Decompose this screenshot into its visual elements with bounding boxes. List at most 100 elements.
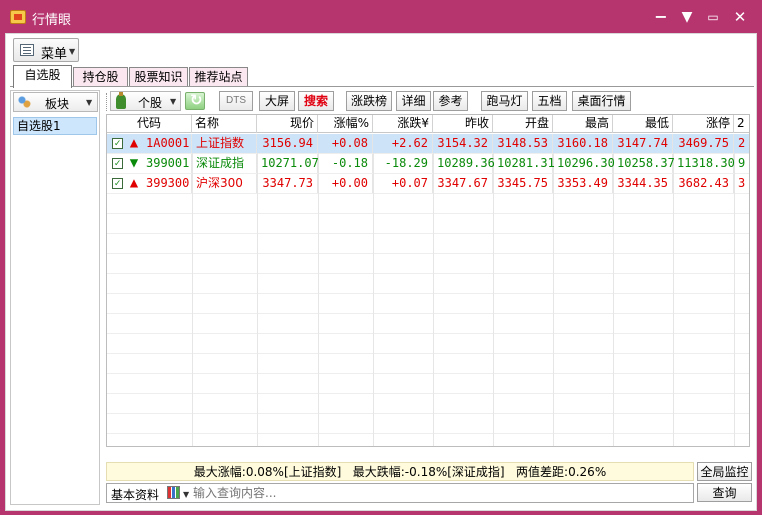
table-row[interactable]: ✓ ▲ 399300 沪深300 3347.73 +0.00 +0.07 334… [107,174,749,193]
table-header: 代码 名称 现价 涨幅% 涨跌¥ 昨收 开盘 最高 最低 涨停 2 [107,115,749,133]
limit-up-cell: 3682.43 [673,174,734,193]
toolbar: 个股 ▼ DTS 大屏 搜索 涨跌榜 详细 参考 跑马灯 五档 桌面行情 [106,90,750,114]
name-cell: 上证指数 [192,134,257,153]
sector-select[interactable]: 板块 ▼ [13,92,98,112]
change-pct-cell: +0.00 [318,174,373,193]
five-level-button[interactable]: 五档 [532,91,567,111]
high-header[interactable]: 最高 [553,115,613,133]
desktop-quote-button[interactable]: 桌面行情 [572,91,631,111]
app-window: 行情眼 − ▼ ▭ ✕ 菜单 ▼ 自选股 持仓股 股票知识 推荐站点 板块 ▼ … [0,0,762,515]
checkbox-icon[interactable]: ✓ [112,158,123,169]
code-header[interactable]: 代码 [107,115,192,133]
large-screen-button[interactable]: 大屏 [259,91,295,111]
left-panel: 板块 ▼ 自选股1 [10,90,100,505]
basic-info-label[interactable]: 基本资料 [111,486,159,503]
query-input[interactable] [193,485,673,501]
change-amt-header[interactable]: 涨跌¥ [373,115,433,133]
extra-cell: 3 [738,176,746,190]
tab-stock-knowledge[interactable]: 股票知识 [129,67,188,87]
global-monitor-button[interactable]: 全局监控 [697,462,752,481]
chart-icon[interactable] [167,486,180,499]
market-summary: 最大涨幅:0.08%[上证指数] 最大跌幅:-0.18%[深证成指] 两值差距:… [106,462,694,481]
reference-button[interactable]: 参考 [433,91,468,111]
open-cell: 10281.31 [493,154,555,173]
tab-divider [10,86,754,87]
stock-type-select[interactable]: 个股 ▼ [110,91,181,111]
stock-type-label: 个股 [138,96,163,110]
rank-button[interactable]: 涨跌榜 [346,91,392,111]
change-amt-cell: -18.29 [373,154,433,173]
sector-icon [17,95,31,109]
limit-up-cell: 3469.75 [673,134,734,153]
window-title: 行情眼 [32,13,72,28]
menu-icon [20,44,34,56]
code-cell: 399001 [142,154,192,173]
detail-button[interactable]: 详细 [396,91,431,111]
name-cell: 深证成指 [192,154,257,173]
change-amt-cell: +2.62 [373,134,433,153]
high-cell: 3353.49 [553,174,613,193]
extra-header[interactable]: 2 [734,115,749,133]
prev-close-cell: 10289.36 [433,154,495,173]
prev-close-header[interactable]: 昨收 [433,115,493,133]
close-button[interactable]: ✕ [728,7,752,27]
checkbox-icon[interactable]: ✓ [112,138,123,149]
title-bar[interactable]: 行情眼 − ▼ ▭ ✕ [1,1,761,33]
refresh-icon[interactable] [185,91,205,110]
change-pct-cell: +0.08 [318,134,373,153]
search-button[interactable]: 搜索 [298,91,334,111]
app-icon [10,10,26,24]
price-cell: 3347.73 [257,174,318,193]
code-cell: 399300 [142,174,192,193]
tab-watchlist[interactable]: 自选股 [13,65,72,88]
tab-holdings[interactable]: 持仓股 [73,67,128,87]
change-amt-cell: +0.07 [373,174,433,193]
minimize-button[interactable]: − [649,7,673,27]
price-cell: 10271.07 [257,154,319,173]
low-cell: 3344.35 [613,174,673,193]
limit-up-header[interactable]: 涨停 [673,115,734,133]
table-row[interactable]: ✓ ▲ 1A0001 上证指数 3156.94 +0.08 +2.62 3154… [107,134,749,153]
high-cell: 3160.18 [553,134,613,153]
change-pct-header[interactable]: 涨幅% [318,115,373,133]
extra-cell: 2 [738,136,746,150]
main-content: 菜单 ▼ 自选股 持仓股 股票知识 推荐站点 板块 ▼ 自选股1 个股 ▼ ↻ … [5,33,757,511]
query-button[interactable]: 查询 [697,483,752,502]
code-cell: 1A0001 [142,134,192,153]
up-arrow-icon: ▲ [129,135,139,151]
maximize-button[interactable]: ▭ [701,7,725,27]
name-header[interactable]: 名称 [192,115,257,133]
toolbar-separator [106,93,109,111]
low-header[interactable]: 最低 [613,115,673,133]
sector-label: 板块 [45,97,70,111]
table-body: ✓ ▲ 1A0001 上证指数 3156.94 +0.08 +2.62 3154… [107,134,749,446]
tab-recommended-sites[interactable]: 推荐站点 [189,67,248,87]
shirt-icon[interactable]: ▼ [675,7,699,27]
prev-close-cell: 3347.67 [433,174,493,193]
chevron-down-icon: ▼ [86,98,93,107]
limit-up-cell: 11318.30 [673,154,735,173]
extra-cell: 9 [738,156,746,170]
chevron-down-icon: ▼ [69,47,76,56]
dts-button[interactable]: DTS [219,91,253,111]
menu-button[interactable]: 菜单 ▼ [13,38,79,62]
checkbox-icon[interactable]: ✓ [112,178,123,189]
menu-label: 菜单 [41,47,68,62]
open-cell: 3345.75 [493,174,553,193]
name-cell: 沪深300 [192,174,257,193]
ticker-button[interactable]: 跑马灯 [481,91,528,111]
low-cell: 10258.37 [613,154,675,173]
quote-table: 代码 名称 现价 涨幅% 涨跌¥ 昨收 开盘 最高 最低 涨停 2 ✓ ▲ 1A… [106,114,750,447]
high-cell: 10296.30 [553,154,615,173]
table-row[interactable]: ✓ ▼ 399001 深证成指 10271.07 -0.18 -18.29 10… [107,154,749,173]
chevron-down-icon[interactable]: ▼ [183,490,189,499]
price-cell: 3156.94 [257,134,318,153]
open-header[interactable]: 开盘 [493,115,553,133]
prev-close-cell: 3154.32 [433,134,493,153]
watchlist-item[interactable]: 自选股1 [13,117,97,135]
price-header[interactable]: 现价 [257,115,318,133]
down-arrow-icon: ▼ [129,155,139,171]
up-arrow-icon: ▲ [129,175,139,191]
chevron-down-icon: ▼ [170,97,177,106]
query-bar: 基本资料 ▼ [106,483,694,503]
